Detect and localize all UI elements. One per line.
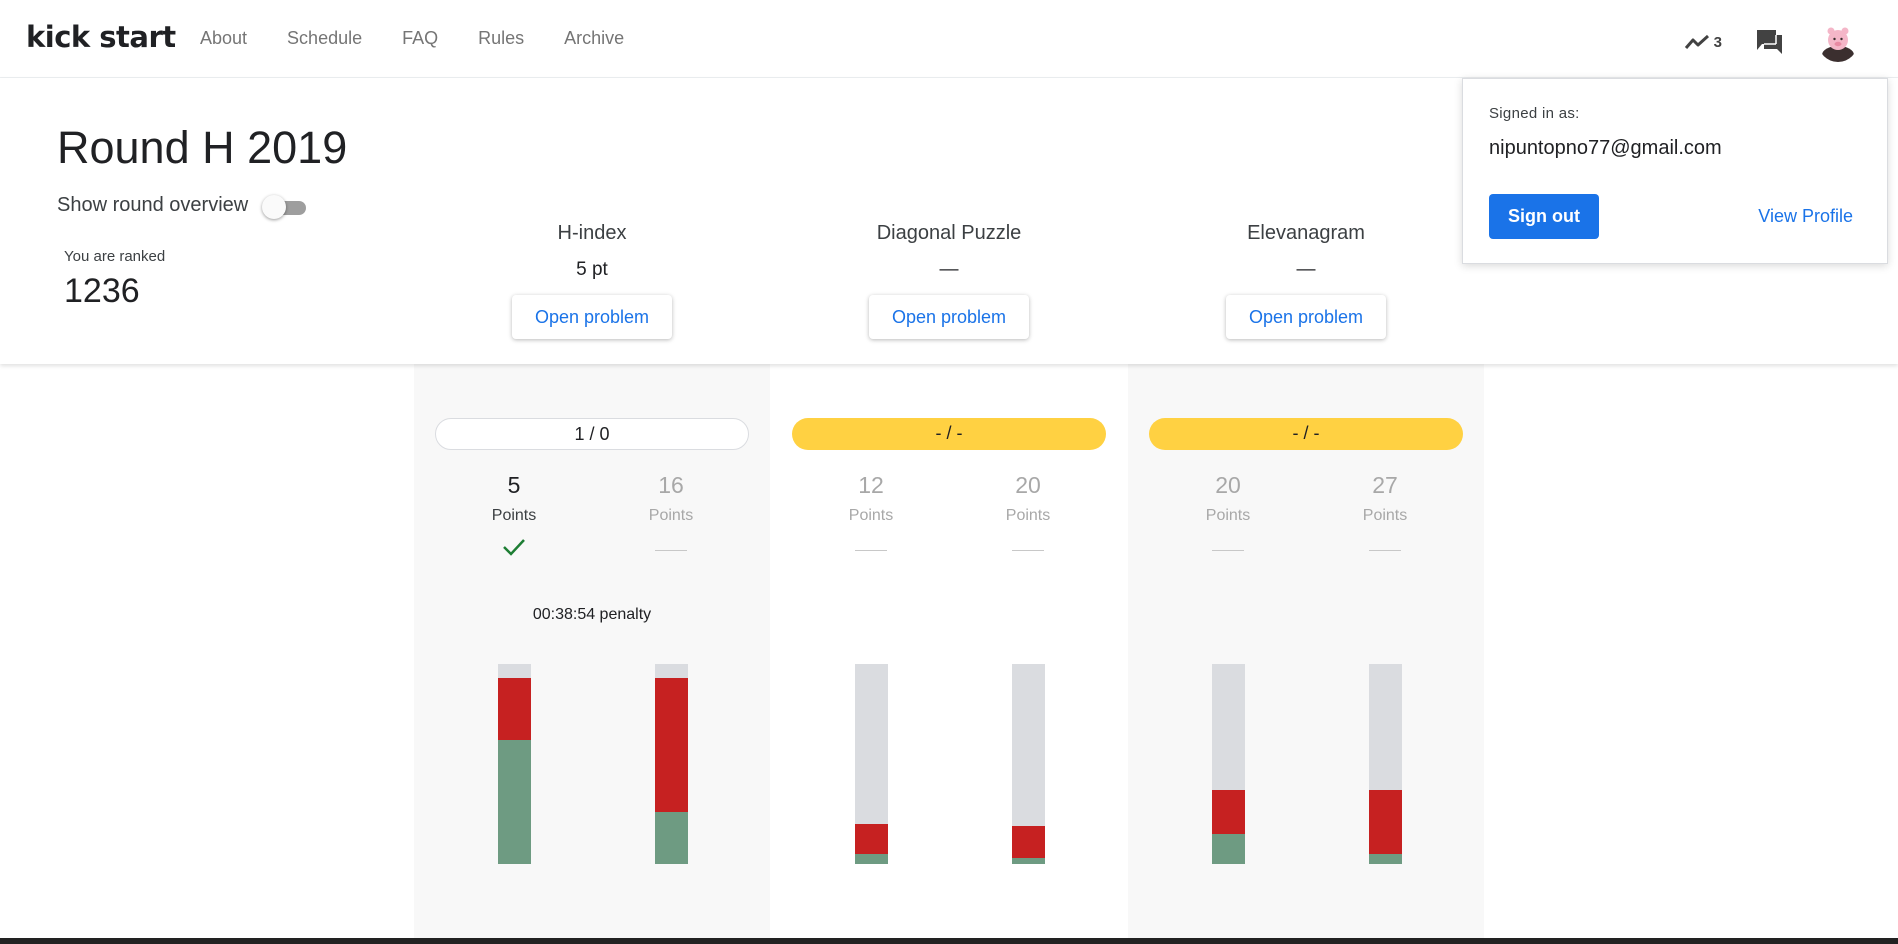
trend-count: 3 bbox=[1713, 33, 1722, 51]
problem-name: H-index bbox=[557, 222, 627, 244]
round-overview-label: Show round overview bbox=[57, 194, 249, 216]
attempts-bar bbox=[655, 664, 688, 864]
subtask-points-label: Points bbox=[1362, 507, 1408, 524]
dash-icon bbox=[855, 549, 887, 551]
problem-elevanagram: Elevanagram — Open problem bbox=[1186, 222, 1426, 339]
attempt-status-pill: 1 / 0 bbox=[435, 418, 749, 450]
bar-correct-segment bbox=[1012, 858, 1045, 864]
main-nav: About Schedule FAQ Rules Archive bbox=[200, 28, 624, 49]
problem-score: — bbox=[939, 259, 959, 280]
bar-correct-segment bbox=[1212, 834, 1245, 864]
top-icons: 3 bbox=[1684, 22, 1858, 62]
check-icon bbox=[503, 539, 525, 556]
sign-out-button[interactable]: Sign out bbox=[1489, 194, 1599, 239]
avatar-icon bbox=[1818, 22, 1858, 62]
chat-icon[interactable] bbox=[1756, 29, 1784, 55]
problem-column-diagonal-puzzle: - / - 12 Points 20 Points bbox=[771, 364, 1127, 940]
bar-incorrect-segment bbox=[1369, 790, 1402, 854]
subtask-points-label: Points bbox=[1005, 507, 1051, 524]
nav-rules[interactable]: Rules bbox=[478, 28, 524, 49]
subtask-status bbox=[454, 535, 574, 559]
attempts-bar bbox=[855, 664, 888, 864]
nav-faq[interactable]: FAQ bbox=[402, 28, 438, 49]
subtask-hidden: 20 Points bbox=[968, 472, 1088, 559]
subtask-status bbox=[968, 535, 1088, 559]
bar-incorrect-segment bbox=[1012, 826, 1045, 858]
scoreboard-trend-button[interactable]: 3 bbox=[1684, 33, 1722, 51]
round-overview-row: Show round overview bbox=[57, 194, 307, 219]
bar-incorrect-segment bbox=[855, 824, 888, 854]
nav-archive[interactable]: Archive bbox=[564, 28, 624, 49]
subtask-status bbox=[611, 535, 731, 559]
open-problem-button[interactable]: Open problem bbox=[869, 295, 1029, 339]
subtask-points-label: Points bbox=[491, 507, 537, 524]
page-title: Round H 2019 bbox=[57, 122, 348, 173]
problem-column-h-index: 1 / 0 5 Points 16 Points 00:38:54 penalt… bbox=[414, 364, 770, 940]
problem-name: Elevanagram bbox=[1247, 222, 1365, 244]
subtask-hidden: 16 Points bbox=[611, 472, 731, 559]
logo[interactable]: kick start bbox=[26, 20, 176, 54]
attempt-status-pill: - / - bbox=[792, 418, 1106, 450]
subtask-status bbox=[1325, 535, 1445, 559]
bar-correct-segment bbox=[655, 812, 688, 864]
problem-score: — bbox=[1296, 259, 1316, 280]
attempts-bar bbox=[498, 664, 531, 864]
signed-in-label: Signed in as: bbox=[1489, 105, 1580, 122]
user-email: nipuntopno77@gmail.com bbox=[1489, 137, 1722, 159]
bar-incorrect-segment bbox=[655, 678, 688, 812]
open-problem-button[interactable]: Open problem bbox=[512, 295, 672, 339]
subtask-status bbox=[1168, 535, 1288, 559]
problem-name: Diagonal Puzzle bbox=[876, 222, 1022, 244]
subtask-points: 16 bbox=[658, 472, 684, 498]
dash-icon bbox=[655, 549, 687, 551]
attempts-bar bbox=[1369, 664, 1402, 864]
problem-diagonal-puzzle: Diagonal Puzzle — Open problem bbox=[829, 222, 1069, 339]
nav-schedule[interactable]: Schedule bbox=[287, 28, 362, 49]
subtask-visible: 20 Points bbox=[1168, 472, 1288, 559]
round-overview-toggle[interactable] bbox=[262, 194, 307, 219]
bar-correct-segment bbox=[498, 740, 531, 864]
toggle-thumb bbox=[262, 194, 287, 219]
subtask-points: 12 bbox=[858, 472, 884, 498]
attempts-bar bbox=[1212, 664, 1245, 864]
ranked-label: You are ranked bbox=[64, 248, 166, 265]
problem-h-index: H-index 5 pt Open problem bbox=[472, 222, 712, 339]
bar-correct-segment bbox=[1369, 854, 1402, 864]
subtask-hidden: 27 Points bbox=[1325, 472, 1445, 559]
subtask-points: 27 bbox=[1372, 472, 1398, 498]
subtask-points-label: Points bbox=[648, 507, 694, 524]
nav-about[interactable]: About bbox=[200, 28, 247, 49]
rank-value: 1236 bbox=[64, 272, 140, 310]
dash-icon bbox=[1012, 549, 1044, 551]
problem-column-elevanagram: - / - 20 Points 27 Points bbox=[1128, 364, 1484, 940]
avatar[interactable] bbox=[1818, 22, 1858, 62]
trending-icon bbox=[1684, 34, 1709, 49]
bar-incorrect-segment bbox=[1212, 790, 1245, 834]
attempt-status-pill: - / - bbox=[1149, 418, 1463, 450]
subtask-visible: 12 Points bbox=[811, 472, 931, 559]
attempts-bar bbox=[1012, 664, 1045, 864]
dash-icon bbox=[1369, 549, 1401, 551]
dash-icon bbox=[1212, 549, 1244, 551]
open-problem-button[interactable]: Open problem bbox=[1226, 295, 1386, 339]
subtask-visible: 5 Points bbox=[454, 472, 574, 559]
top-bar: kick start About Schedule FAQ Rules Arch… bbox=[0, 0, 1898, 78]
bar-correct-segment bbox=[855, 854, 888, 864]
subtask-points: 5 bbox=[507, 472, 521, 498]
subtask-status bbox=[811, 535, 931, 559]
profile-popup: Signed in as: nipuntopno77@gmail.com Sig… bbox=[1462, 78, 1888, 264]
view-profile-link[interactable]: View Profile bbox=[1758, 206, 1853, 227]
subtask-points: 20 bbox=[1015, 472, 1041, 498]
subtask-points: 20 bbox=[1215, 472, 1241, 498]
subtask-points-label: Points bbox=[848, 507, 894, 524]
subtask-points-label: Points bbox=[1205, 507, 1251, 524]
bar-incorrect-segment bbox=[498, 678, 531, 740]
problem-score: 5 pt bbox=[576, 259, 608, 280]
penalty-time: 00:38:54 penalty bbox=[532, 606, 652, 623]
bottom-strip bbox=[0, 938, 1898, 944]
